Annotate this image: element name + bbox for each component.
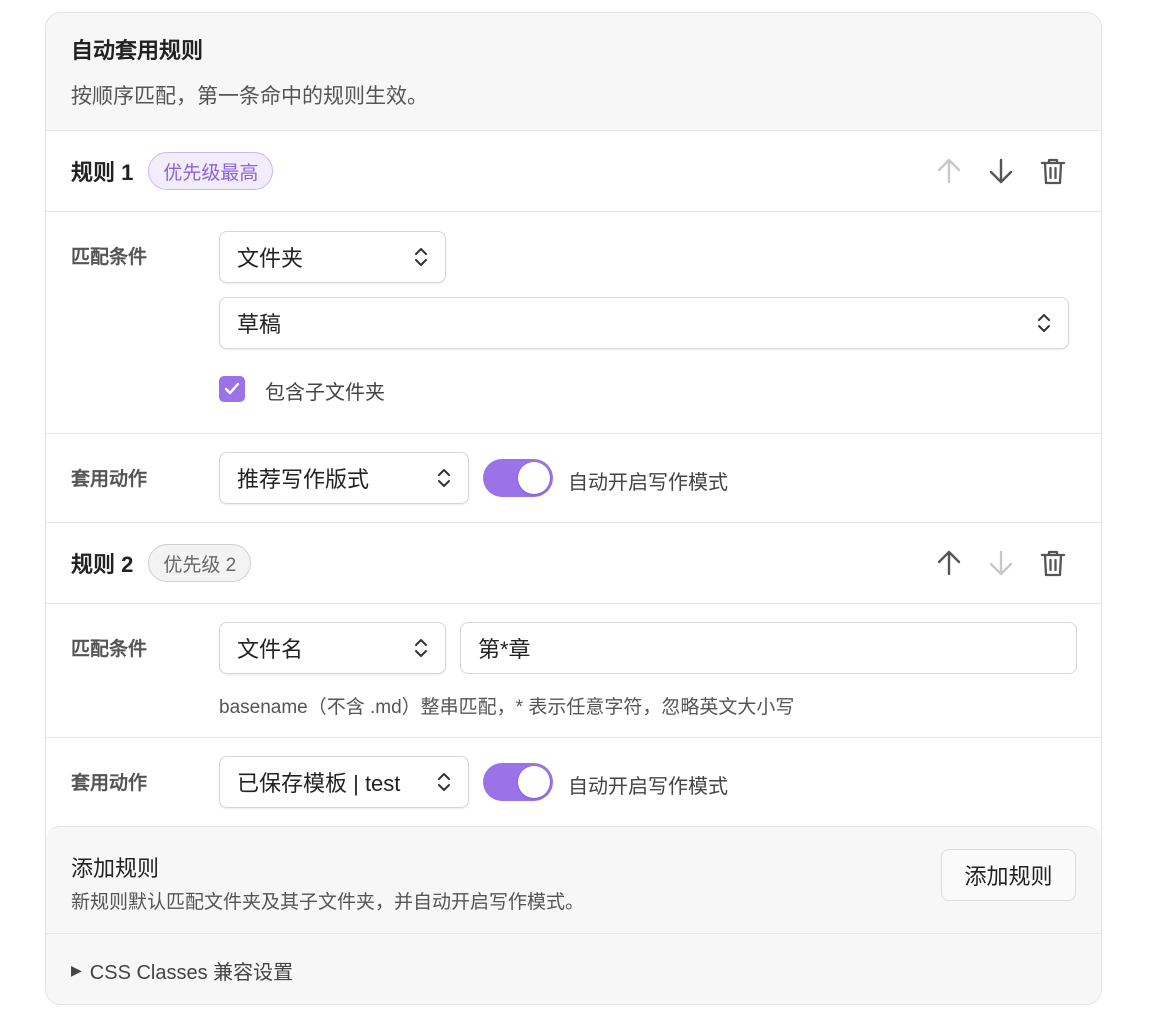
panel-title: 自动套用规则: [71, 38, 204, 63]
add-rule-button[interactable]: 添加规则: [941, 849, 1076, 901]
chevron-up-down-icon: [415, 248, 427, 266]
rule-1-action-select[interactable]: 推荐写作版式: [219, 452, 469, 504]
rule-2-action-value: 已保存模板 | test: [237, 771, 401, 796]
rule-1-move-up-button[interactable]: [935, 155, 963, 187]
trash-icon: [1040, 158, 1066, 185]
rule-1-priority-badge: 优先级最高: [148, 152, 274, 190]
rule-2-priority-badge: 优先级 2: [148, 544, 252, 582]
rule-2-header: 规则 2 优先级 2: [46, 523, 1101, 604]
rule-2-action-row: 套用动作 已保存模板 | test 自动开启写作模式: [46, 738, 1101, 827]
rule-2-move-up-button[interactable]: [935, 547, 963, 579]
rule-2-move-down-button[interactable]: [987, 547, 1015, 579]
rule-1-title: 规则 1: [71, 160, 134, 185]
rule-1-include-subfolders-label[interactable]: 包含子文件夹: [265, 376, 385, 405]
rule-2-match-row: 匹配条件 文件名 第*章 basename（不含 .md）整串匹配，* 表示任意…: [46, 604, 1101, 738]
css-classes-label: CSS Classes 兼容设置: [89, 961, 294, 984]
chevron-up-down-icon: [1038, 314, 1050, 332]
rule-2-auto-mode-toggle[interactable]: [483, 763, 553, 801]
triangle-right-icon: ▶: [71, 961, 82, 978]
panel-header: 自动套用规则 按顺序匹配，第一条命中的规则生效。: [46, 13, 1101, 131]
toggle-knob: [518, 766, 550, 798]
rule-1-actions: [935, 131, 1067, 211]
add-rule-description: 新规则默认匹配文件夹及其子文件夹，并自动开启写作模式。: [71, 892, 585, 913]
rule-1-folder-select[interactable]: 草稿: [219, 297, 1069, 349]
rule-2-action-select[interactable]: 已保存模板 | test: [219, 756, 469, 808]
rule-1-auto-mode-toggle[interactable]: [483, 459, 553, 497]
arrow-up-icon: [937, 550, 961, 576]
css-classes-details[interactable]: ▶ CSS Classes 兼容设置: [46, 934, 1101, 1004]
rule-2-match-type-select[interactable]: 文件名: [219, 622, 446, 674]
rule-1-delete-button[interactable]: [1039, 155, 1067, 187]
panel-description: 按顺序匹配，第一条命中的规则生效。: [71, 85, 428, 108]
rule-1-include-subfolders-checkbox[interactable]: [219, 376, 245, 402]
rule-1-header: 规则 1 优先级最高: [46, 131, 1101, 212]
add-rule-section: 添加规则 新规则默认匹配文件夹及其子文件夹，并自动开启写作模式。 添加规则: [46, 826, 1101, 934]
arrow-down-icon: [989, 158, 1013, 184]
rule-1-action-value: 推荐写作版式: [237, 467, 370, 492]
trash-icon: [1040, 550, 1066, 577]
rule-1-folder-value: 草稿: [237, 312, 282, 337]
rule-1-match-type-select[interactable]: 文件夹: [219, 231, 446, 283]
arrow-up-icon: [937, 158, 961, 184]
auto-rules-panel: 自动套用规则 按顺序匹配，第一条命中的规则生效。 规则 1 优先级最高 匹配条件…: [45, 12, 1102, 1005]
arrow-down-icon: [989, 550, 1013, 576]
rule-2-match-type-value: 文件名: [237, 637, 304, 662]
check-icon: [224, 382, 240, 395]
rule-2-actions: [935, 523, 1067, 603]
rule-2-pattern-input[interactable]: 第*章: [460, 622, 1077, 674]
rule-2-delete-button[interactable]: [1039, 547, 1067, 579]
rule-1-match-label: 匹配条件: [71, 247, 148, 268]
rule-1-auto-mode-label: 自动开启写作模式: [568, 472, 728, 494]
rule-2-match-label: 匹配条件: [71, 639, 148, 660]
rule-2-pattern-hint: basename（不含 .md）整串匹配，* 表示任意字符，忽略英文大小写: [219, 697, 795, 718]
rule-1-match-row: 匹配条件 文件夹 草稿 包含子文件夹: [46, 212, 1101, 434]
rule-1-action-row: 套用动作 推荐写作版式 自动开启写作模式: [46, 434, 1101, 523]
rule-1-match-type-value: 文件夹: [237, 246, 304, 271]
add-rule-title: 添加规则: [71, 856, 160, 881]
rule-2-title: 规则 2: [71, 552, 134, 577]
rule-1-move-down-button[interactable]: [987, 155, 1015, 187]
chevron-up-down-icon: [438, 469, 450, 487]
toggle-knob: [518, 462, 550, 494]
rule-1-action-label: 套用动作: [71, 469, 148, 490]
chevron-up-down-icon: [438, 773, 450, 791]
rule-2-action-label: 套用动作: [71, 773, 148, 794]
chevron-up-down-icon: [415, 639, 427, 657]
rule-2-auto-mode-label: 自动开启写作模式: [568, 776, 728, 798]
